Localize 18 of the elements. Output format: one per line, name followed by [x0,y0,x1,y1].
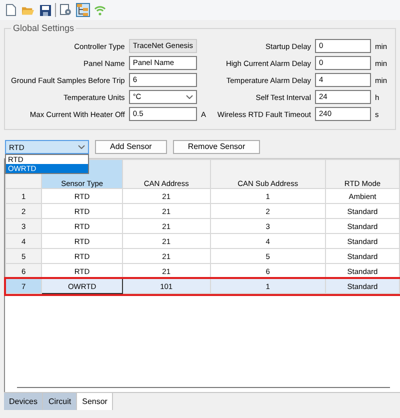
tree-icon [77,4,89,16]
save-icon [40,4,50,16]
document-icon [6,4,16,16]
wifi-icon [94,4,106,16]
save-button[interactable] [38,3,52,17]
tab[interactable]: Circuit [43,393,78,410]
chevron-icon [78,145,85,149]
folder-icon [22,4,34,16]
tree-button[interactable] [76,3,90,17]
document-gear-icon [60,4,72,16]
action-button[interactable]: Add Sensor [95,140,167,154]
document-button[interactable] [4,3,18,17]
group-title: Global Settings [11,23,76,33]
tab[interactable]: Sensor [77,393,114,410]
action-button[interactable]: Remove Sensor [172,140,260,154]
chevron-icon [186,95,193,99]
tab[interactable]: Devices [4,393,44,410]
document-gear-button[interactable] [59,3,73,17]
